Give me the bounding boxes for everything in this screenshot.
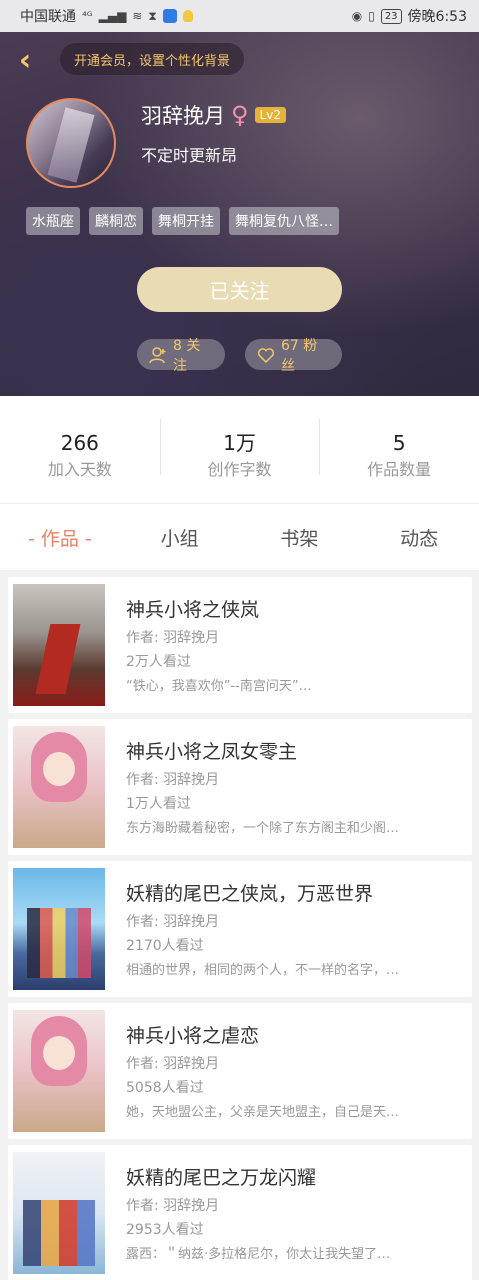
eye-icon: ◉ [351, 9, 363, 23]
stat-value: 5 [392, 430, 406, 455]
work-cover[interactable] [13, 584, 105, 706]
work-views: 2万人看过 [126, 654, 191, 670]
work-description: 她，天地盟公主，父亲是天地盟主，自己是天… [126, 1105, 400, 1120]
work-card[interactable]: 妖精的尾巴之万龙闪耀 作者: 羽辞挽月 2953人看过 露西：＂纳兹·多拉格尼尔… [8, 1145, 472, 1280]
work-card[interactable]: 妖精的尾巴之侠岚，万恶世界 作者: 羽辞挽月 2170人看过 相通的世界，相同的… [8, 861, 472, 997]
work-views: 1万人看过 [126, 796, 191, 812]
back-arrow-icon[interactable]: ‹ [10, 42, 40, 78]
work-card[interactable]: 神兵小将之侠岚 作者: 羽辞挽月 2万人看过 “铁心，我喜欢你”--南宫问天”… [8, 577, 472, 713]
tab-bookshelf[interactable]: 书架 [240, 524, 360, 551]
work-description: 东方海盼藏着秘密，一个除了东方阁主和少阁… [126, 821, 400, 836]
work-views: 5058人看过 [126, 1080, 204, 1096]
tag[interactable]: 麟桐恋 [89, 207, 143, 235]
profile-header: 中国联通 ⁴ᴳ ▂▄▆ ≋ ⧗ ◉ ▯ 23 傍晚6:53 ‹ 开通会员，设置个… [0, 0, 479, 396]
avatar[interactable] [26, 98, 116, 188]
stat-work-count: 5 作品数量 [319, 417, 479, 483]
work-views: 2170人看过 [126, 938, 204, 954]
vibrate-icon: ▯ [368, 9, 375, 23]
work-author: 作者: 羽辞挽月 [126, 1198, 220, 1214]
bulb-icon [182, 10, 193, 22]
stats-bar: 266 加入天数 1万 创作字数 5 作品数量 [0, 396, 479, 504]
tab-groups[interactable]: 小组 [120, 524, 240, 551]
tab-activity[interactable]: 动态 [359, 524, 479, 551]
fans-count: 67 粉丝 [281, 337, 318, 374]
stat-value: 266 [60, 430, 99, 455]
member-banner[interactable]: 开通会员，设置个性化背景 [60, 43, 245, 75]
work-views: 2953人看过 [126, 1222, 204, 1238]
work-card[interactable]: 神兵小将之虐恋 作者: 羽辞挽月 5058人看过 她，天地盟公主，父亲是天地盟主… [8, 1003, 472, 1139]
tag-list: 水瓶座 麟桐恋 舞桐开挂 舞桐复仇八怪… [26, 207, 339, 235]
work-author: 作者: 羽辞挽月 [126, 630, 220, 646]
username-row: 羽辞挽月 ♀ Lv2 [141, 100, 286, 130]
work-title: 神兵小将之凤女零主 [126, 741, 298, 763]
work-author: 作者: 羽辞挽月 [126, 914, 220, 930]
stat-label: 作品数量 [367, 459, 432, 479]
work-title: 妖精的尾巴之侠岚，万恶世界 [126, 883, 374, 905]
profile-tabs: 作品 小组 书架 动态 [0, 504, 479, 570]
follow-button[interactable]: 已关注 [137, 267, 342, 312]
signal-bars-icon: ▂▄▆ [98, 9, 127, 23]
tag[interactable]: 舞桐开挂 [152, 207, 220, 235]
battery-icon: 23 [380, 8, 402, 24]
fans-pill[interactable]: 67 粉丝 [245, 338, 342, 374]
tag[interactable]: 水瓶座 [26, 207, 80, 235]
stat-label: 加入天数 [47, 459, 112, 479]
work-title: 妖精的尾巴之万龙闪耀 [126, 1167, 317, 1189]
tab-works[interactable]: 作品 [0, 524, 120, 551]
stat-join-days: 266 加入天数 [0, 417, 160, 483]
wifi-icon: ≋ [132, 9, 143, 23]
work-cover[interactable] [13, 726, 105, 848]
status-bar: 中国联通 ⁴ᴳ ▂▄▆ ≋ ⧗ ◉ ▯ 23 傍晚6:53 [0, 0, 479, 32]
following-count: 8 关注 [173, 337, 201, 374]
following-pill[interactable]: 8 关注 [137, 338, 225, 374]
work-description: 相通的世界，相同的两个人，不一样的名字，… [126, 963, 400, 978]
stat-word-count: 1万 创作字数 [159, 417, 320, 483]
heart-icon [257, 346, 275, 364]
stat-value: 1万 [223, 430, 256, 455]
work-description: “铁心，我喜欢你”--南宫问天”… [126, 679, 312, 694]
work-title: 神兵小将之虐恋 [126, 1025, 260, 1047]
work-author: 作者: 羽辞挽月 [126, 772, 220, 788]
work-card[interactable]: 神兵小将之凤女零主 作者: 羽辞挽月 1万人看过 东方海盼藏着秘密，一个除了东方… [8, 719, 472, 855]
username: 羽辞挽月 [141, 104, 225, 128]
clock-text: 傍晚6:53 [407, 9, 467, 25]
signal-icon: ⁴ᴳ [82, 9, 93, 23]
person-add-icon [149, 346, 167, 364]
female-icon: ♀ [231, 101, 249, 129]
work-cover[interactable] [13, 1152, 105, 1274]
work-description: 露西：＂纳兹·多拉格尼尔，你太让我失望了… [126, 1247, 391, 1262]
user-signature: 不定时更新昂 [141, 146, 238, 165]
work-cover[interactable] [13, 868, 105, 990]
level-badge: Lv2 [254, 107, 286, 123]
hourglass-icon: ⧗ [148, 8, 157, 23]
work-author: 作者: 羽辞挽月 [126, 1056, 220, 1072]
tag[interactable]: 舞桐复仇八怪… [229, 207, 339, 235]
work-cover[interactable] [13, 1010, 105, 1132]
carrier-text: 中国联通 [20, 9, 76, 25]
stat-label: 创作字数 [207, 459, 272, 479]
app-notification-icon [162, 9, 177, 23]
work-title: 神兵小将之侠岚 [126, 599, 260, 621]
